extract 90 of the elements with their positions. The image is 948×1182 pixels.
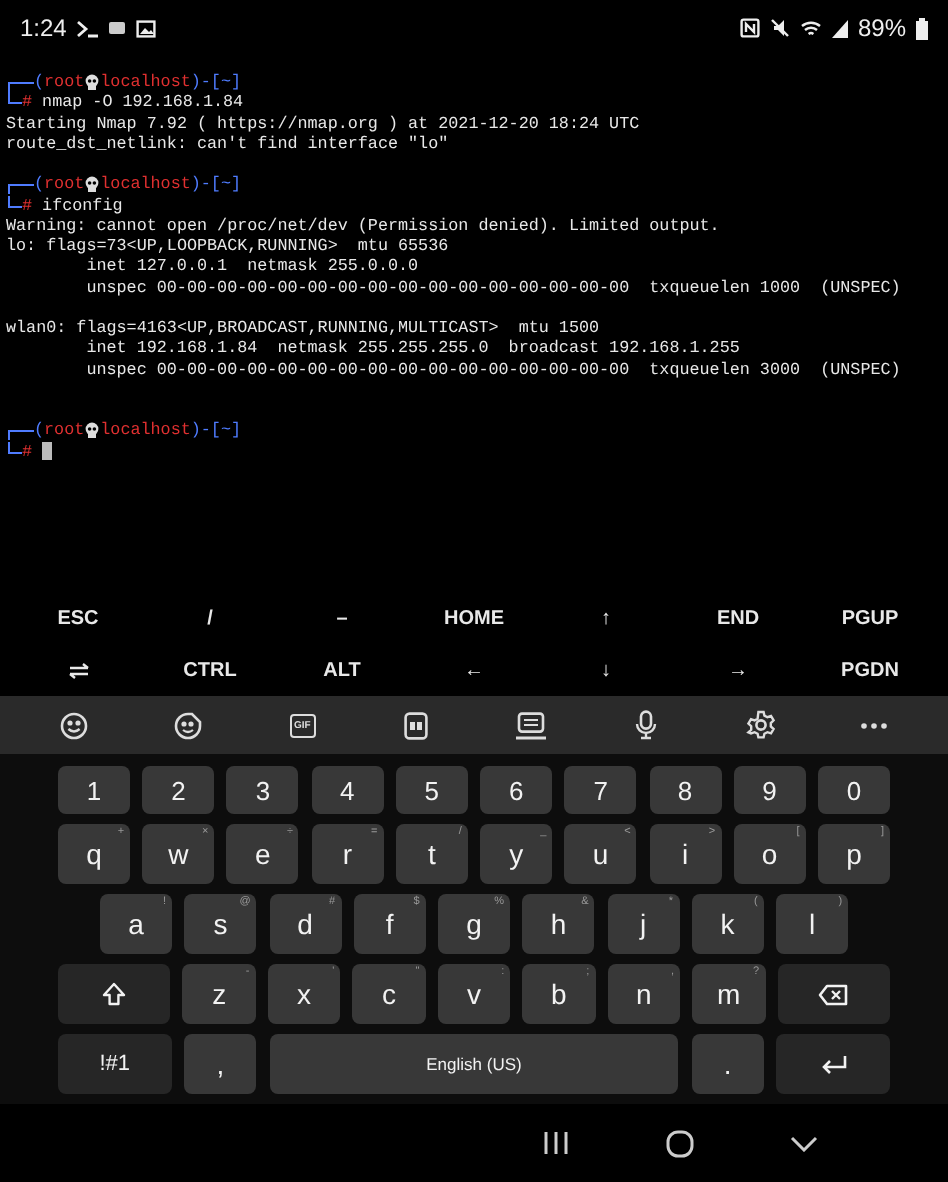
swap-arrows-icon[interactable] xyxy=(67,661,89,679)
sticker-icon[interactable] xyxy=(173,711,202,739)
prompt-bracket: )-[ xyxy=(190,420,221,441)
enter-key[interactable] xyxy=(776,1034,890,1094)
key[interactable]: , xyxy=(183,1034,257,1094)
keyboard-mode-icon[interactable] xyxy=(516,711,547,739)
key[interactable]: 4 xyxy=(311,766,384,814)
key[interactable]: 8 xyxy=(649,766,722,814)
space-key[interactable]: English (US) xyxy=(269,1034,679,1094)
mute-icon xyxy=(769,18,790,38)
signal-icon xyxy=(831,18,848,38)
key[interactable]: 1 xyxy=(58,766,131,814)
skull-icon xyxy=(84,422,101,439)
extra-key[interactable]: ESC xyxy=(51,603,105,633)
settings-icon[interactable] xyxy=(745,710,776,740)
prompt-user: root xyxy=(44,72,85,93)
extra-key[interactable]: – xyxy=(330,603,354,633)
prompt-symbol: # xyxy=(22,195,33,216)
recent-apps-icon[interactable] xyxy=(542,1130,570,1156)
output-line: inet 127.0.0.1 netmask 255.0.0.0 xyxy=(86,256,419,277)
symbols-key[interactable]: !#1 xyxy=(58,1034,172,1094)
extra-key[interactable]: PGUP xyxy=(835,603,905,633)
extra-key[interactable]: PGDN xyxy=(835,655,905,685)
shift-arrow-icon xyxy=(102,982,127,1006)
command-text: ifconfig xyxy=(42,195,123,216)
extra-key[interactable]: → xyxy=(722,655,754,685)
output-line: wlan0: flags=4163<UP,BROADCAST,RUNNING,MULTICAST> mtu 1500 xyxy=(6,318,600,339)
more-icon[interactable] xyxy=(860,721,889,729)
skull-icon xyxy=(84,176,101,193)
output-line: lo: flags=73<UP,LOOPBACK,RUNNING> mtu 65536 xyxy=(6,236,449,257)
backspace-key[interactable] xyxy=(777,964,890,1024)
prompt-bracket: ] xyxy=(230,72,242,93)
shift-key[interactable] xyxy=(58,964,171,1024)
extra-key[interactable]: ↓ xyxy=(595,655,617,685)
output-line: unspec 00-00-00-00-00-00-00-00-00-00-00-00-00-00-00-00 txqueuelen 3000 (UNSPEC) xyxy=(86,359,901,380)
extra-key[interactable]: END xyxy=(710,603,766,633)
time-text: 1:24 xyxy=(20,14,67,42)
extra-key[interactable]: ALT xyxy=(317,655,367,685)
extra-key[interactable]: HOME xyxy=(438,603,510,633)
extra-key[interactable]: ↑ xyxy=(595,603,617,633)
home-icon[interactable] xyxy=(666,1129,694,1157)
key[interactable]: 3 xyxy=(226,766,299,814)
terminal-icon xyxy=(76,19,99,37)
output-line: inet 192.168.1.84 netmask 255.255.255.0 broadcast 192.168.1.255 xyxy=(86,338,740,359)
extra-key[interactable]: ← xyxy=(458,655,490,685)
output-line: unspec 00-00-00-00-00-00-00-00-00-00-00-00-00-00-00-00 txqueuelen 1000 (UNSPEC) xyxy=(86,277,901,298)
skull-icon xyxy=(84,74,101,91)
key[interactable]: 5 xyxy=(395,766,468,814)
command-text: nmap -O 192.168.1.84 xyxy=(42,92,244,113)
nfc-icon xyxy=(739,18,760,38)
hide-keyboard-icon[interactable] xyxy=(790,1135,818,1151)
prompt-bracket: ( xyxy=(34,420,45,441)
output-line: Starting Nmap 7.92 ( https://nmap.org ) at 2021-12-20 18:24 UTC xyxy=(6,113,640,134)
output-line: route_dst_netlink: can't find interface "lo" xyxy=(6,133,449,154)
key[interactable]: 6 xyxy=(480,766,553,814)
prompt-user: root xyxy=(44,174,85,195)
emoji-icon[interactable] xyxy=(59,711,88,739)
prompt-host: localhost xyxy=(100,174,191,195)
prompt-symbol: # xyxy=(22,92,33,113)
prompt-bracket: )-[ xyxy=(190,174,221,195)
key[interactable]: . xyxy=(691,1034,765,1094)
prompt-bracket: ( xyxy=(34,72,45,93)
prompt-path: ~ xyxy=(220,420,231,441)
prompt-bracket: ] xyxy=(230,174,242,195)
output-line: Warning: cannot open /proc/net/dev (Permission denied). Limited output. xyxy=(6,215,720,236)
prompt-host: localhost xyxy=(100,72,191,93)
extra-key[interactable]: CTRL xyxy=(177,655,243,685)
microphone-icon[interactable] xyxy=(633,710,658,740)
prompt-path: ~ xyxy=(220,72,231,93)
clipboard-icon[interactable] xyxy=(404,711,429,739)
prompt-path: ~ xyxy=(220,174,231,195)
key[interactable]: 2 xyxy=(142,766,215,814)
message-icon xyxy=(108,20,127,36)
prompt-bracket: ( xyxy=(34,174,45,195)
enter-arrow-icon xyxy=(819,1053,848,1075)
key[interactable]: 7 xyxy=(564,766,637,814)
key[interactable]: 0 xyxy=(817,766,890,814)
extra-key[interactable]: / xyxy=(201,603,219,633)
prompt-bracket: )-[ xyxy=(190,72,221,93)
battery-icon xyxy=(916,17,928,39)
image-icon xyxy=(136,19,157,37)
wifi-icon xyxy=(799,18,822,38)
text-cursor xyxy=(42,442,53,461)
prompt-user: root xyxy=(44,420,85,441)
prompt-host: localhost xyxy=(100,420,191,441)
prompt-bracket: ] xyxy=(230,420,242,441)
battery-text: 89% xyxy=(857,14,906,42)
key[interactable]: 9 xyxy=(733,766,806,814)
prompt-symbol: # xyxy=(22,441,33,462)
backspace-icon xyxy=(818,983,849,1005)
